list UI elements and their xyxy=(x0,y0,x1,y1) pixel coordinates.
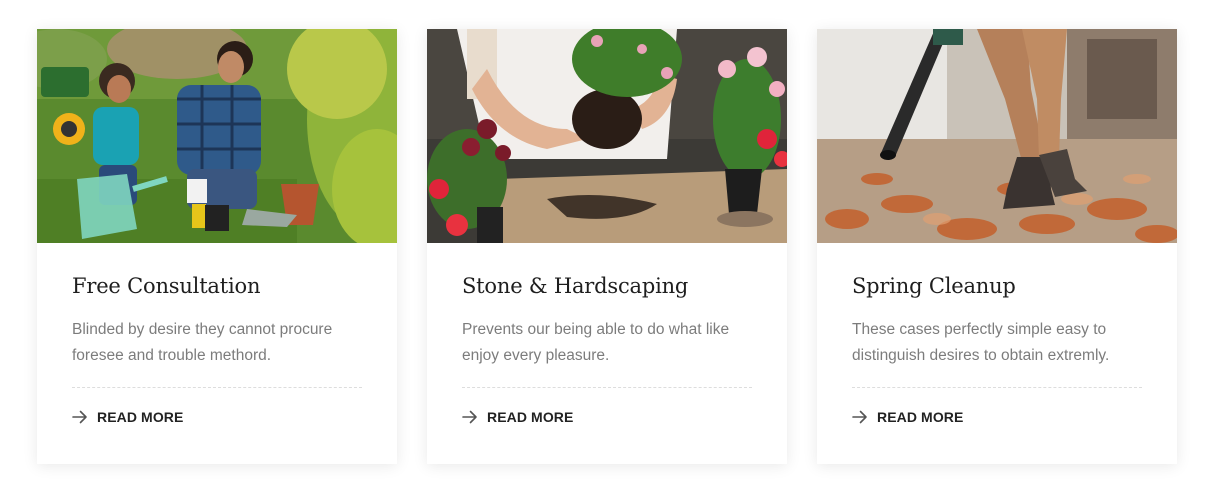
card-image-leaf-blower[interactable] xyxy=(817,29,1177,243)
service-card-free-consultation: Free Consultation Blinded by desire they… xyxy=(37,29,397,464)
card-divider xyxy=(462,387,752,388)
read-more-link[interactable]: READ MORE xyxy=(852,409,1142,425)
service-card-spring-cleanup: Spring Cleanup These cases perfectly sim… xyxy=(817,29,1177,464)
card-description: Prevents our being able to do what like … xyxy=(462,321,730,364)
card-title[interactable]: Stone & Hardscaping xyxy=(462,273,752,299)
arrow-right-icon xyxy=(462,410,477,424)
arrow-right-icon xyxy=(72,410,87,424)
read-more-label: READ MORE xyxy=(877,409,964,425)
read-more-label: READ MORE xyxy=(97,409,184,425)
card-description: Blinded by desire they cannot procure fo… xyxy=(72,321,333,364)
card-description: These cases perfectly simple easy to dis… xyxy=(852,321,1110,364)
service-card-stone-hardscaping: Stone & Hardscaping Prevents our being a… xyxy=(427,29,787,464)
leaf-blower-photo xyxy=(817,29,1177,243)
card-divider xyxy=(72,387,362,388)
card-image-potting[interactable] xyxy=(427,29,787,243)
gardening-photo xyxy=(37,29,397,243)
potting-photo xyxy=(427,29,787,243)
card-title[interactable]: Free Consultation xyxy=(72,273,362,299)
card-title[interactable]: Spring Cleanup xyxy=(852,273,1142,299)
read-more-label: READ MORE xyxy=(487,409,574,425)
card-image-gardening[interactable] xyxy=(37,29,397,243)
read-more-link[interactable]: READ MORE xyxy=(72,409,362,425)
arrow-right-icon xyxy=(852,410,867,424)
service-cards: Free Consultation Blinded by desire they… xyxy=(0,0,1221,492)
card-divider xyxy=(852,387,1142,388)
read-more-link[interactable]: READ MORE xyxy=(462,409,752,425)
